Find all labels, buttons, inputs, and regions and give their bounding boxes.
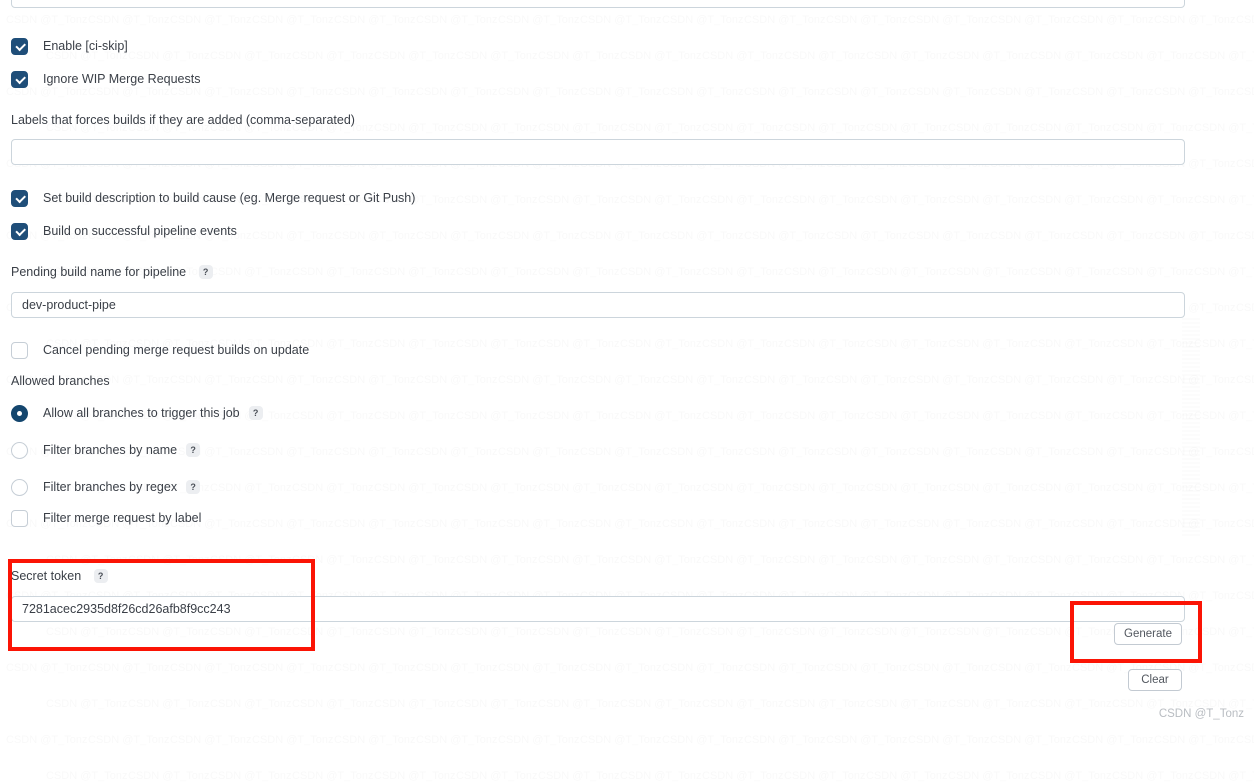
checkbox-filter-merge-request-by-label[interactable]	[11, 509, 28, 527]
watermark-tile: CSDN @T_Tonz	[498, 734, 579, 746]
radio-label-allow-all-branches: Allow all branches to trigger this job	[43, 406, 240, 420]
checkbox-row-cancel-pending-merge-request-builds[interactable]: Cancel pending merge request builds on u…	[11, 340, 309, 360]
help-icon-secret-token[interactable]: ?	[93, 569, 108, 583]
watermark-tile: CSDN @T_Tonz	[1154, 734, 1235, 746]
checkbox-row-build-on-successful-pipeline-events[interactable]: Build on successful pipeline events	[11, 221, 237, 241]
radio-row-filter-branches-by-regex[interactable]: Filter branches by regex ?	[11, 477, 201, 497]
watermark-tile: CSDN @T_Tonz	[1194, 770, 1254, 782]
checkbox-label-filter-merge-request-by-label: Filter merge request by label	[43, 511, 202, 525]
watermark-tile: CSDN @T_Tonz	[662, 734, 743, 746]
checkbox-row-set-build-description[interactable]: Set build description to build cause (eg…	[11, 188, 415, 208]
input-labels-forcing-builds[interactable]	[11, 139, 1185, 165]
watermark-tile: CSDN @T_Tonz	[948, 770, 1029, 782]
watermark-tile: CSDN @T_Tonz	[170, 734, 251, 746]
watermark-tile: CSDN @T_Tonz	[538, 770, 619, 782]
watermark-tile: CSDN @T_Tonz	[416, 734, 497, 746]
checkbox-label-cancel-pending-merge-request-builds: Cancel pending merge request builds on u…	[43, 343, 310, 357]
generate-button[interactable]: Generate	[1114, 623, 1182, 645]
clear-button[interactable]: Clear	[1128, 669, 1182, 691]
watermark-tile: CSDN @T_Tonz	[1072, 734, 1153, 746]
checkbox-row-filter-merge-request-by-label[interactable]: Filter merge request by label	[11, 508, 201, 528]
label-secret-token: Secret token ?	[11, 569, 108, 583]
input-secret-token[interactable]	[11, 596, 1185, 622]
label-secret-token-text: Secret token	[11, 569, 82, 583]
watermark-tile: CSDN @T_Tonz	[1236, 734, 1254, 746]
watermark-tile: CSDN @T_Tonz	[580, 734, 661, 746]
watermark-tile: CSDN @T_Tonz	[88, 734, 169, 746]
checkbox-enable-ci-skip[interactable]	[11, 37, 28, 55]
watermark-tile: CSDN @T_Tonz	[784, 770, 865, 782]
checkbox-cancel-pending-merge-request-builds[interactable]	[11, 341, 28, 359]
watermark-tile: CSDN @T_Tonz	[908, 734, 989, 746]
checkbox-set-build-description[interactable]	[11, 189, 28, 207]
help-icon-filter-branches-by-name[interactable]: ?	[186, 443, 201, 457]
watermark-tile: CSDN @T_Tonz	[6, 734, 87, 746]
watermark-tile: CSDN @T_Tonz	[210, 770, 291, 782]
watermark-tile: CSDN @T_Tonz	[374, 770, 455, 782]
watermark-tile: CSDN @T_Tonz	[744, 734, 825, 746]
previous-field-input-cropped[interactable]	[11, 0, 1185, 8]
watermark-credit: CSDN @T_Tonz	[1158, 708, 1244, 720]
label-allowed-branches: Allowed branches	[11, 374, 110, 388]
radio-row-allow-all-branches[interactable]: Allow all branches to trigger this job ?	[11, 403, 263, 423]
watermark-tile: CSDN @T_Tonz	[252, 734, 333, 746]
checkbox-build-on-successful-pipeline-events[interactable]	[11, 222, 28, 240]
watermark-tile: CSDN @T_Tonz	[866, 770, 947, 782]
radio-row-filter-branches-by-name[interactable]: Filter branches by name ?	[11, 440, 201, 460]
checkbox-label-set-build-description: Set build description to build cause (eg…	[43, 191, 416, 205]
help-icon-filter-branches-by-regex[interactable]: ?	[186, 480, 201, 494]
watermark-tile: CSDN @T_Tonz	[128, 770, 209, 782]
radio-filter-branches-by-name[interactable]	[11, 441, 28, 459]
radio-label-filter-branches-by-name: Filter branches by name	[43, 443, 178, 457]
watermark-tile: CSDN @T_Tonz	[1112, 770, 1193, 782]
radio-filter-branches-by-regex[interactable]	[11, 478, 28, 496]
input-pending-build-name[interactable]	[11, 292, 1185, 318]
checkbox-label-enable-ci-skip: Enable [ci-skip]	[43, 39, 128, 53]
watermark-tile: CSDN @T_Tonz	[456, 770, 537, 782]
scrollbar-track-faint[interactable]	[1182, 318, 1200, 536]
watermark-tile: CSDN @T_Tonz	[702, 770, 783, 782]
label-labels-forcing-builds: Labels that forces builds if they are ad…	[11, 113, 355, 127]
watermark-tile: CSDN @T_Tonz	[990, 734, 1071, 746]
help-icon-pending-build-name[interactable]: ?	[198, 265, 213, 279]
checkbox-label-build-on-successful-pipeline-events: Build on successful pipeline events	[43, 224, 237, 238]
label-pending-build-name-text: Pending build name for pipeline	[11, 265, 187, 279]
watermark-tile: CSDN @T_Tonz	[826, 734, 907, 746]
watermark-tile: CSDN @T_Tonz	[46, 770, 127, 782]
checkbox-label-ignore-wip-merge-requests: Ignore WIP Merge Requests	[43, 72, 201, 86]
label-pending-build-name: Pending build name for pipeline ?	[11, 265, 213, 279]
radio-label-filter-branches-by-regex: Filter branches by regex	[43, 480, 178, 494]
checkbox-row-ignore-wip-merge-requests[interactable]: Ignore WIP Merge Requests	[11, 69, 200, 89]
watermark-tile: CSDN @T_Tonz	[620, 770, 701, 782]
watermark-tile: CSDN @T_Tonz	[292, 770, 373, 782]
gitlab-trigger-settings-form: Enable [ci-skip] Ignore WIP Merge Reques…	[0, 0, 1254, 726]
watermark-tile: CSDN @T_Tonz	[334, 734, 415, 746]
watermark-tile: CSDN @T_Tonz	[1030, 770, 1111, 782]
help-icon-allow-all-branches[interactable]: ?	[248, 406, 263, 420]
checkbox-row-enable-ci-skip[interactable]: Enable [ci-skip]	[11, 36, 128, 56]
checkbox-ignore-wip-merge-requests[interactable]	[11, 70, 28, 88]
radio-allow-all-branches[interactable]	[11, 404, 28, 422]
